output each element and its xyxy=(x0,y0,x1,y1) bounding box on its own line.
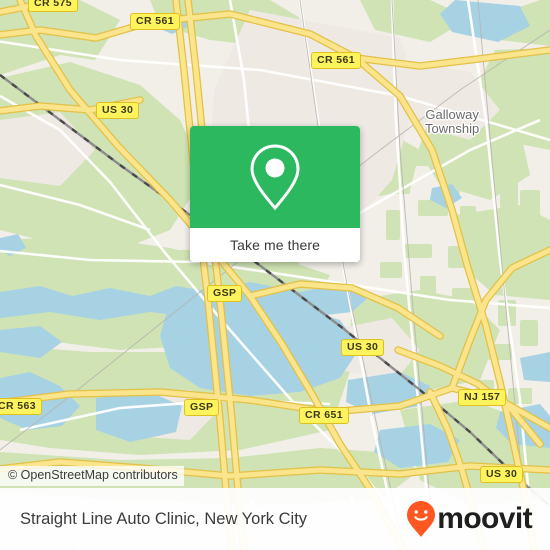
road-shield: GSP xyxy=(184,399,220,416)
road-shield: GSP xyxy=(207,285,243,302)
location-card[interactable]: Take me there xyxy=(190,126,360,262)
take-me-there-label: Take me there xyxy=(229,237,320,253)
map-pin-icon xyxy=(250,144,300,211)
road-shield: NJ 157 xyxy=(458,389,507,406)
location-title: Straight Line Auto Clinic, New York City xyxy=(20,510,308,528)
take-me-there-button[interactable]: Take me there xyxy=(190,228,360,262)
place-label-galloway-township: Galloway Township xyxy=(425,108,479,136)
road-shield: CR 651 xyxy=(299,407,350,424)
moovit-wordmark: moovit xyxy=(437,502,532,535)
road-shield: CR 561 xyxy=(311,52,362,69)
place-label-line-2: Township xyxy=(425,121,480,136)
moovit-smiley-pin-icon xyxy=(407,501,436,537)
card-image-area xyxy=(190,126,360,228)
road-shield: CR 561 xyxy=(130,13,181,30)
moovit-logo[interactable]: moovit xyxy=(406,500,533,538)
road-shield: US 30 xyxy=(480,466,524,483)
road-shield: US 30 xyxy=(341,339,385,356)
road-shield: CR 575 xyxy=(28,0,79,12)
map-screenshot-root: CR 575 CR 561 CR 561 US 30 GSP US 30 NJ … xyxy=(0,0,550,550)
road-shield: CR 563 xyxy=(0,398,43,415)
place-label-line-1: Galloway xyxy=(425,107,479,122)
footer-bar: Straight Line Auto Clinic, New York City… xyxy=(0,488,550,550)
map-attribution[interactable]: © OpenStreetMap contributors xyxy=(0,466,184,486)
road-shield: US 30 xyxy=(96,102,140,119)
